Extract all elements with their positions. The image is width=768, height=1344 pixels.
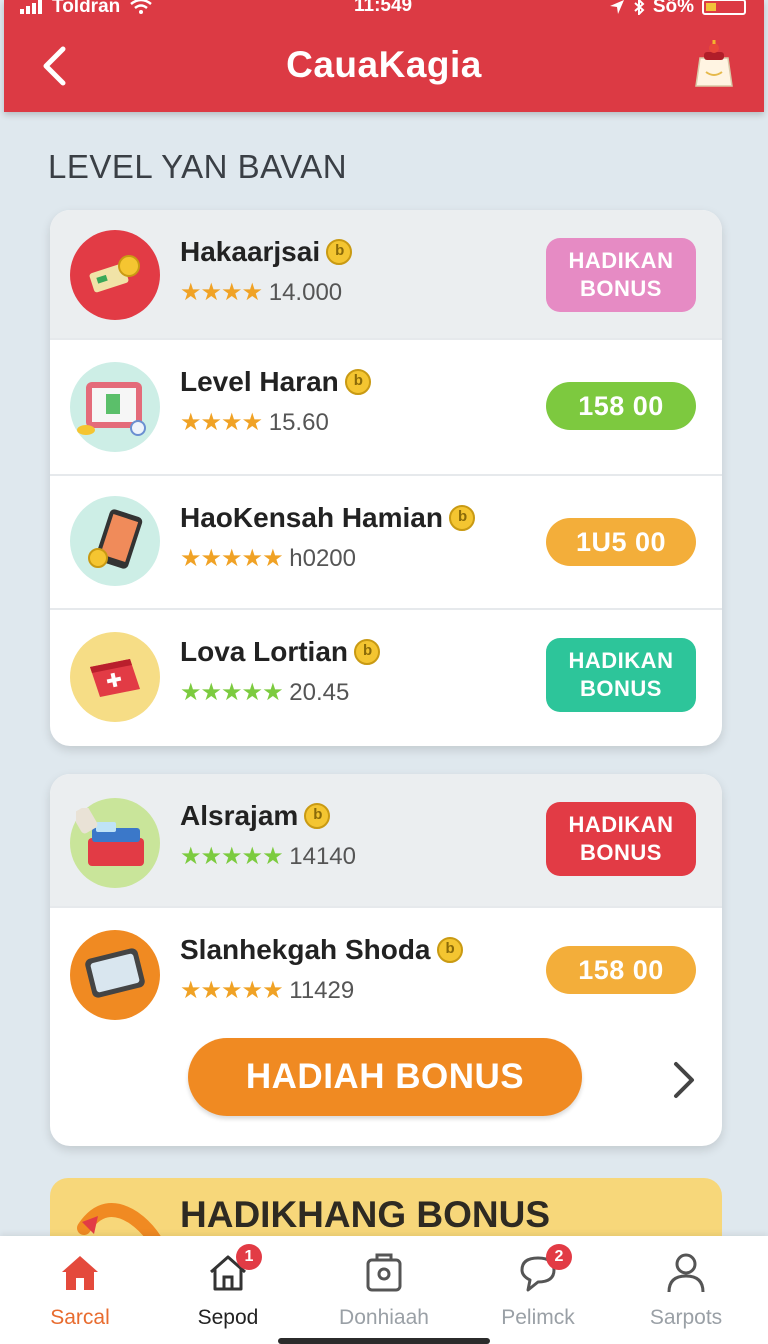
banner-title: HADIKHANG BONUS bbox=[180, 1194, 550, 1235]
coin-icon bbox=[436, 937, 463, 963]
list-item[interactable]: Alsrajam ★★★★★ 14140 HADIKAN BONUS bbox=[50, 774, 722, 908]
price-button[interactable]: 158 00 bbox=[546, 946, 696, 994]
list-item[interactable]: Hakaarjsai ★★★★ 14.000 HADIKAN BONUS bbox=[50, 210, 722, 340]
rewards-card: Hakaarjsai ★★★★ 14.000 HADIKAN BONUS Lev… bbox=[50, 210, 722, 746]
item-name: HaoKensah Hamian bbox=[180, 502, 443, 533]
rating-value: 14.000 bbox=[268, 279, 343, 306]
item-thumbnail bbox=[70, 798, 160, 888]
nav-label: Pelimck bbox=[501, 1306, 575, 1329]
item-thumbnail bbox=[70, 930, 160, 1020]
price-button[interactable]: 1U5 00 bbox=[546, 518, 696, 566]
home-icon bbox=[62, 1256, 98, 1290]
wifi-icon bbox=[130, 0, 153, 14]
nav-item-pelimck[interactable]: 2 Pelimck bbox=[478, 1244, 598, 1330]
nav-item-home[interactable]: Sarcal bbox=[20, 1250, 140, 1330]
nav-label: Donhiaah bbox=[339, 1306, 429, 1329]
clock: 11:549 bbox=[354, 0, 413, 16]
rating-value: 11429 bbox=[289, 977, 355, 1004]
battery-percent: Sö% bbox=[652, 0, 694, 17]
list-item[interactable]: HaoKensah Hamian ★★★★★ h0200 1U5 00 bbox=[50, 476, 722, 610]
next-button[interactable] bbox=[668, 1060, 698, 1100]
nav-label: Sarcal bbox=[50, 1306, 110, 1329]
coin-icon bbox=[448, 505, 475, 531]
rating-value: 14140 bbox=[289, 843, 356, 870]
item-name: Alsrajam bbox=[180, 800, 299, 831]
section-title: LEVEL YAN BAVAN bbox=[48, 148, 348, 185]
notification-badge: 1 bbox=[236, 1244, 262, 1270]
star-rating: ★★★★★ bbox=[180, 977, 284, 1004]
nav-item-sepod[interactable]: 1 Sepod bbox=[168, 1244, 288, 1330]
money-icon bbox=[89, 255, 140, 293]
nav-label: Sarpots bbox=[649, 1306, 723, 1329]
item-name: Slanhekgah Shoda bbox=[180, 934, 431, 965]
bag-icon bbox=[366, 1253, 402, 1292]
item-thumbnail bbox=[70, 362, 160, 452]
shopping-bag-icon bbox=[695, 40, 733, 87]
page-title: CauaKagia bbox=[286, 44, 482, 85]
bonus-button[interactable]: HADIKAN BONUS bbox=[546, 238, 696, 312]
claim-bonus-button[interactable]: HADIAH BONUS bbox=[188, 1038, 582, 1116]
carrier-label: Toldran bbox=[52, 0, 121, 17]
tablet-icon bbox=[77, 382, 146, 436]
home-indicator bbox=[278, 1338, 490, 1344]
profile-icon bbox=[667, 1253, 705, 1293]
first-aid-kit-icon bbox=[90, 659, 140, 697]
star-rating: ★★★★ bbox=[180, 409, 263, 436]
notification-badge: 2 bbox=[546, 1244, 572, 1270]
tablet-device-icon bbox=[85, 948, 145, 998]
location-arrow-icon bbox=[609, 0, 624, 14]
bonus-button[interactable]: HADIKAN BONUS bbox=[546, 638, 696, 712]
battery-icon bbox=[702, 0, 746, 15]
chevron-right-icon bbox=[674, 1062, 694, 1098]
coin-icon bbox=[326, 239, 353, 265]
coin-icon bbox=[304, 803, 331, 829]
item-name: Level Haran bbox=[180, 366, 339, 397]
price-button[interactable]: 158 00 bbox=[546, 382, 696, 430]
item-thumbnail bbox=[70, 632, 160, 722]
rewards-card: Alsrajam ★★★★★ 14140 HADIKAN BONUS Slanh… bbox=[50, 774, 722, 1146]
item-name: Lova Lortian bbox=[180, 636, 349, 667]
coin-icon bbox=[344, 369, 371, 395]
list-item[interactable]: Lova Lortian ★★★★★ 20.45 HADIKAN BONUS bbox=[50, 610, 722, 746]
smartphone-icon bbox=[88, 509, 143, 569]
rating-value: 15.60 bbox=[268, 409, 329, 436]
bottom-navigation: Sarcal 1 Sepod Donhiaah 2 Pelimck Sarpot… bbox=[0, 1236, 768, 1344]
bluetooth-icon bbox=[634, 0, 645, 15]
app-header: Toldran 11:549 Sö% CauaKagia bbox=[4, 0, 764, 112]
bonus-button[interactable]: HADIKAN BONUS bbox=[546, 802, 696, 876]
star-rating: ★★★★★ bbox=[180, 679, 284, 706]
item-thumbnail bbox=[70, 230, 160, 320]
star-rating: ★★★★ bbox=[180, 279, 263, 306]
star-rating: ★★★★★ bbox=[180, 843, 284, 870]
signal-icon bbox=[20, 0, 42, 14]
rating-value: h0200 bbox=[289, 545, 356, 572]
nav-item-sarpots[interactable]: Sarpots bbox=[626, 1250, 746, 1330]
item-thumbnail bbox=[70, 496, 160, 586]
gift-box-icon bbox=[76, 808, 144, 866]
star-rating: ★★★★★ bbox=[180, 545, 284, 572]
cart-button[interactable] bbox=[694, 38, 734, 90]
nav-item-donhiaah[interactable]: Donhiaah bbox=[324, 1250, 444, 1330]
coin-icon bbox=[354, 639, 381, 665]
status-bar: Toldran 11:549 Sö% bbox=[4, 0, 764, 20]
list-item[interactable]: Level Haran ★★★★ 15.60 158 00 bbox=[50, 340, 722, 476]
item-name: Hakaarjsai bbox=[180, 236, 321, 267]
nav-label: Sepod bbox=[197, 1306, 259, 1329]
rating-value: 20.45 bbox=[289, 679, 350, 706]
